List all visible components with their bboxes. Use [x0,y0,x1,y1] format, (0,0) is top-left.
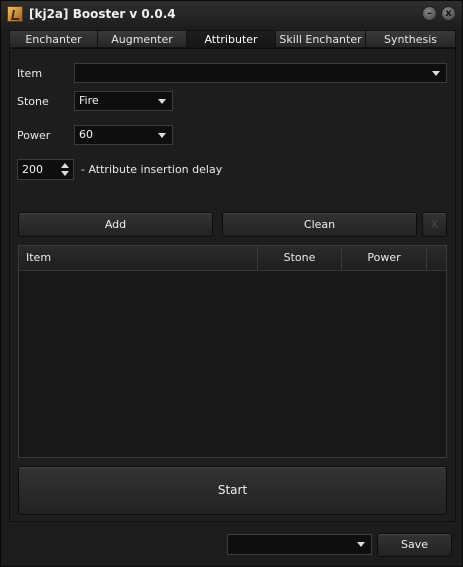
tab-bar: Enchanter Augmenter Attributer Skill Enc… [9,30,456,48]
power-label: Power [17,129,51,142]
add-button[interactable]: Add [18,212,213,237]
chevron-down-icon [158,99,166,104]
tab-augmenter[interactable]: Augmenter [97,30,186,48]
app-icon [7,6,23,22]
delay-value: 200 [22,163,43,176]
profile-select[interactable] [227,534,372,555]
tab-enchanter[interactable]: Enchanter [9,30,97,48]
item-label: Item [17,67,43,80]
table-header: Item Stone Power [19,246,446,271]
remove-button[interactable]: X [422,212,447,237]
power-select-value: 60 [79,128,93,141]
chevron-down-icon [432,71,440,76]
tab-skill-enchanter[interactable]: Skill Enchanter [275,30,365,48]
title-bar[interactable]: [kj2a] Booster v 0.0.4 – x [1,1,462,27]
spin-down-icon[interactable] [61,171,69,176]
window-title: [kj2a] Booster v 0.0.4 [29,7,176,21]
attribute-table[interactable]: Item Stone Power [18,245,447,458]
delay-label: - Attribute insertion delay [81,163,223,176]
chevron-down-icon [357,542,365,547]
stone-select[interactable]: Fire [74,91,173,111]
chevron-down-icon [158,133,166,138]
delay-spinbox[interactable]: 200 [17,159,74,180]
tab-synthesis[interactable]: Synthesis [365,30,456,48]
tab-attributer[interactable]: Attributer [186,30,275,48]
column-header-item[interactable]: Item [19,246,258,270]
stone-select-value: Fire [79,94,99,107]
booster-window: [kj2a] Booster v 0.0.4 – x Enchanter Aug… [0,0,463,567]
minimize-button[interactable]: – [422,6,437,21]
column-header-stone[interactable]: Stone [258,246,342,270]
start-button[interactable]: Start [18,466,447,515]
save-button[interactable]: Save [377,533,452,557]
spin-up-icon[interactable] [61,163,69,168]
item-select[interactable] [74,63,447,83]
power-select[interactable]: 60 [74,125,173,145]
stone-label: Stone [17,95,49,108]
close-button[interactable]: x [441,6,456,21]
column-header-power[interactable]: Power [342,246,427,270]
clean-button[interactable]: Clean [222,212,417,237]
